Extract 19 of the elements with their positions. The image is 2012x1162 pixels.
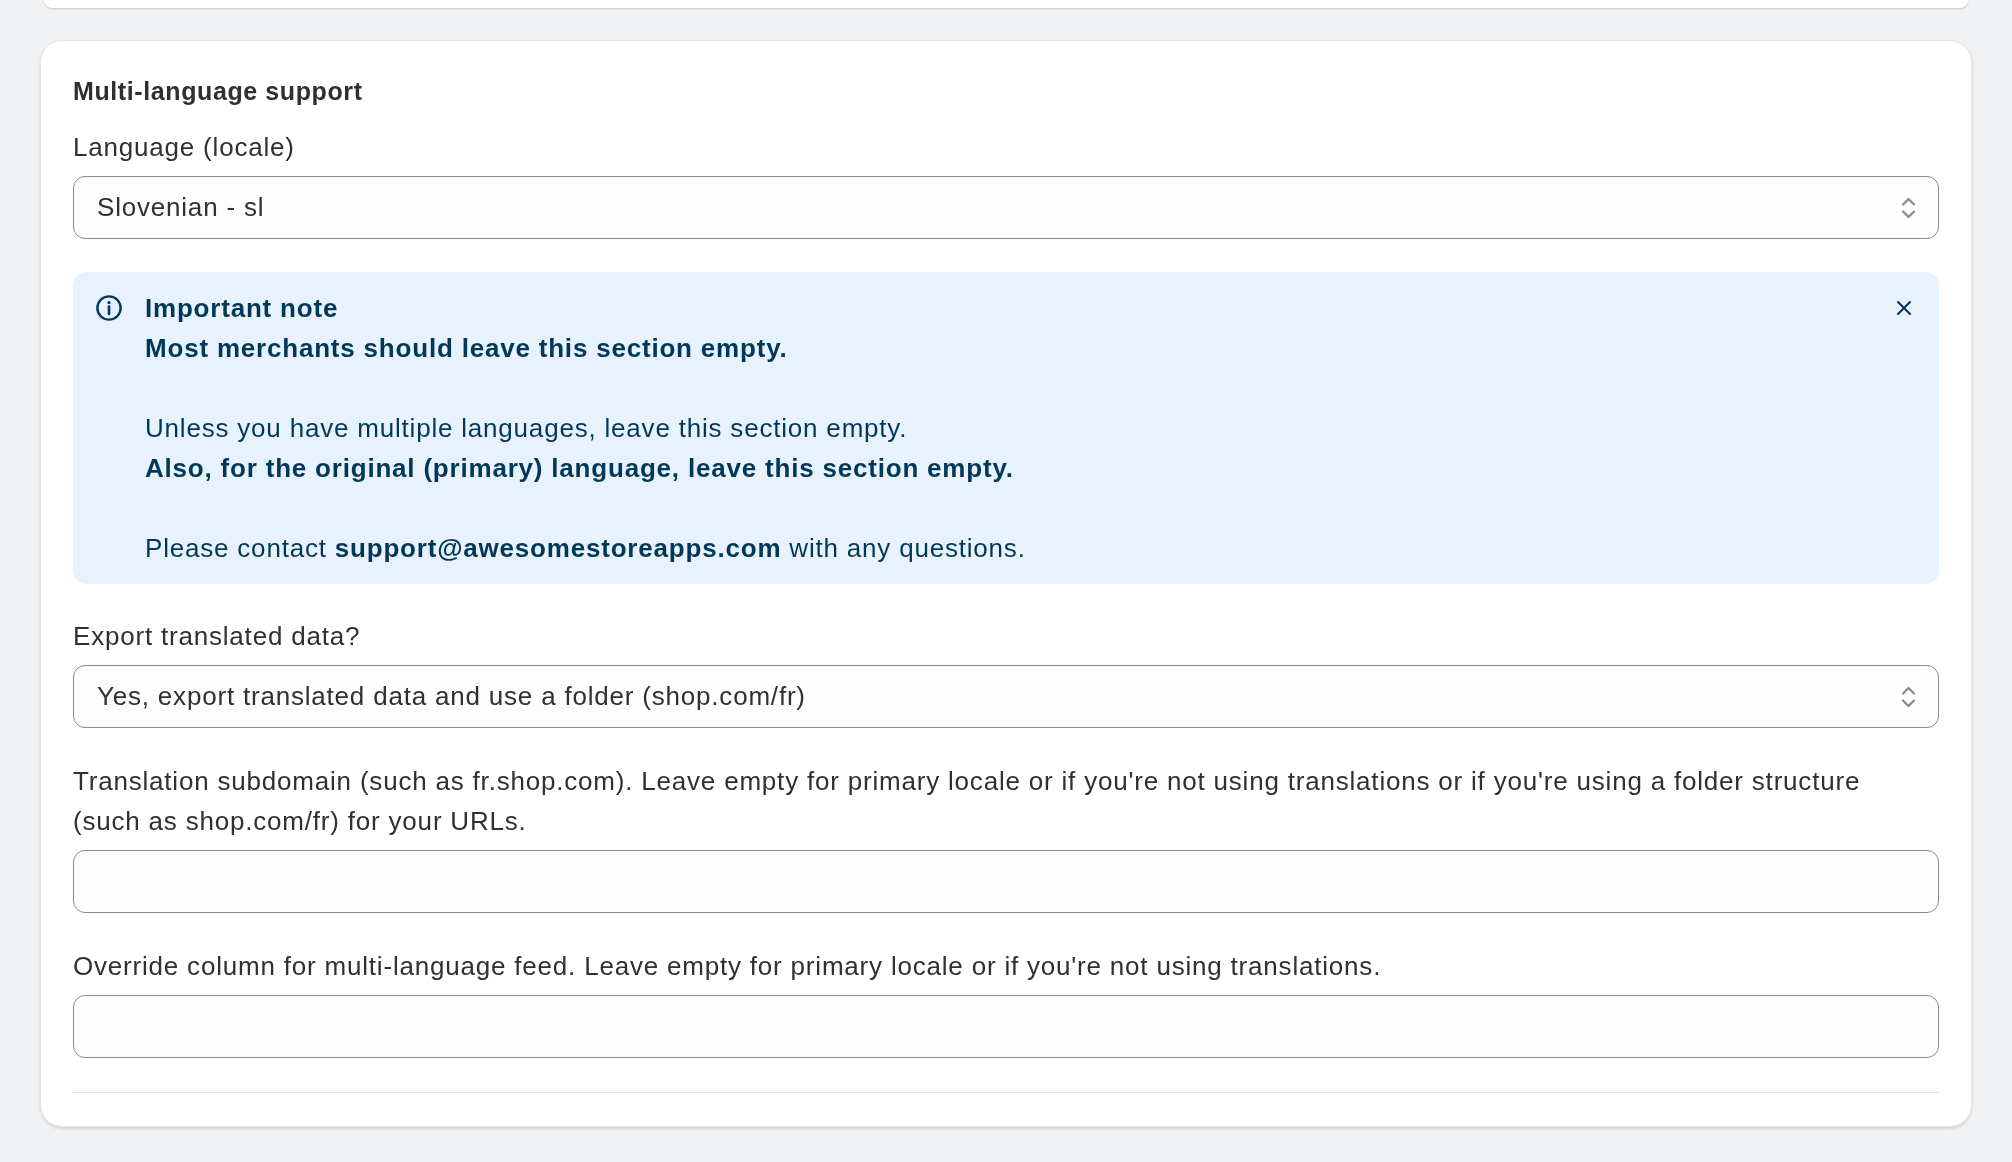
section-title: Multi-language support bbox=[73, 76, 364, 107]
select-field[interactable]: Slovenian - sl bbox=[73, 176, 1939, 239]
close-icon bbox=[1896, 300, 1912, 316]
chevron-up-down-icon bbox=[1901, 684, 1916, 709]
field-label: Translation subdomain (such as fr.shop.com). Leave empty for primary locale or if you're not using translations or if you're using a folder structure (such as shop.com/fr) for your URLs. bbox=[73, 765, 1862, 838]
close-button[interactable] bbox=[1896, 300, 1912, 316]
select-field[interactable]: Yes, export translated data and use a folder (shop.com/fr) bbox=[73, 665, 1939, 728]
info-icon bbox=[95, 294, 123, 322]
note-title: Important note bbox=[145, 292, 340, 325]
note-text: Please contact support@awesomestoreapps.com with any questions. bbox=[145, 532, 1027, 565]
note-text: Also, for the original (primary) language, leave this section empty. bbox=[145, 452, 1015, 485]
field-label: Export translated data? bbox=[73, 620, 362, 653]
note-text: Unless you have multiple languages, leave this section empty. bbox=[145, 412, 909, 445]
field-label: Language (locale) bbox=[73, 131, 296, 164]
note-text: Most merchants should leave this section empty. bbox=[145, 332, 789, 365]
text-input[interactable] bbox=[73, 995, 1939, 1058]
chevron-up-down-icon bbox=[1901, 195, 1916, 220]
text-input[interactable] bbox=[73, 850, 1939, 913]
field-label: Override column for multi-language feed. Leave empty for primary locale or if you're not using translations. bbox=[73, 950, 1383, 983]
